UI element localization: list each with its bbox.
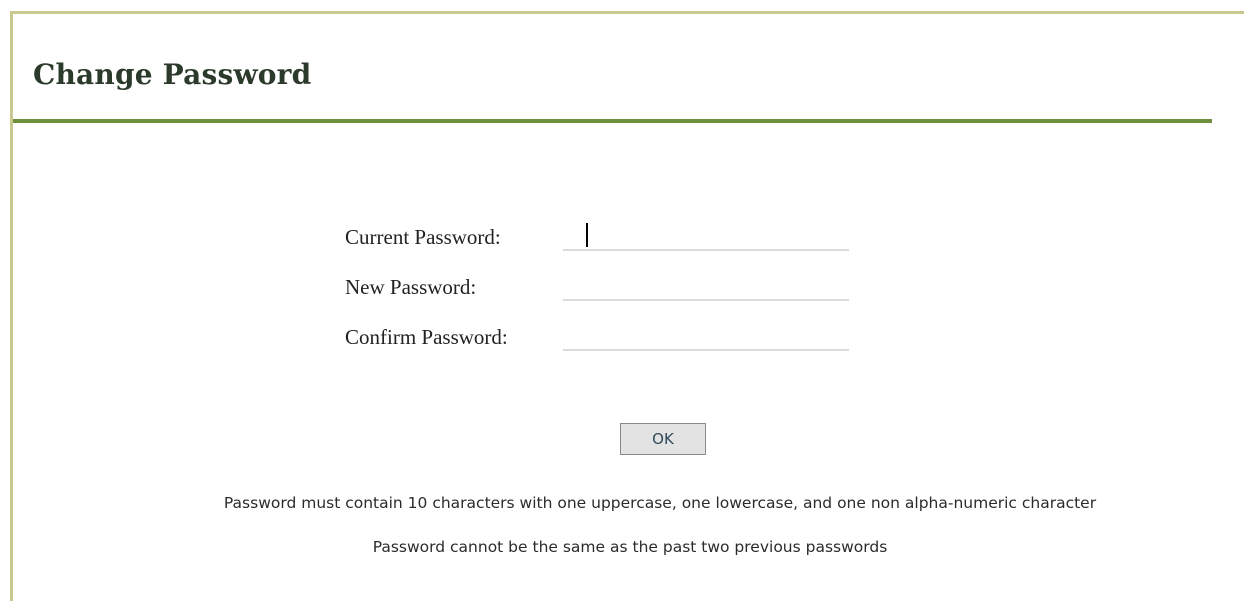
page-title: Change Password <box>33 58 312 91</box>
confirm-password-input[interactable] <box>563 321 849 351</box>
new-password-input[interactable] <box>563 271 849 301</box>
content-frame: Change Password Current Password: New Pa… <box>10 11 1244 601</box>
title-divider <box>13 119 1212 123</box>
current-password-input[interactable] <box>563 221 849 251</box>
confirm-password-label: Confirm Password: <box>345 325 508 349</box>
new-password-row: New Password: <box>345 269 865 319</box>
confirm-password-row: Confirm Password: <box>345 319 865 369</box>
text-cursor <box>586 223 588 247</box>
ok-button[interactable]: OK <box>620 423 706 455</box>
change-password-form: Current Password: New Password: Confirm … <box>345 219 865 369</box>
new-password-label: New Password: <box>345 275 477 299</box>
current-password-label: Current Password: <box>345 225 501 249</box>
password-requirements-note: Password must contain 10 characters with… <box>223 494 1097 512</box>
password-history-note: Password cannot be the same as the past … <box>372 538 888 556</box>
current-password-row: Current Password: <box>345 219 865 269</box>
